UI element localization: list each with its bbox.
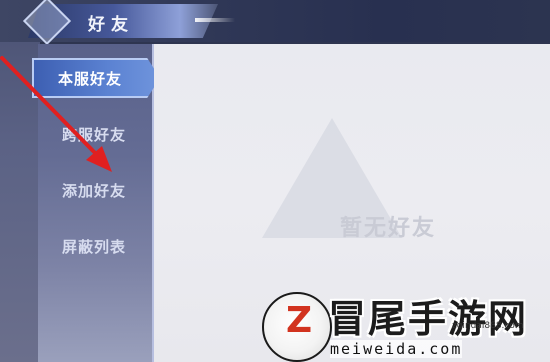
site-domain: meiweida.com bbox=[330, 340, 463, 358]
sidebar: 本服好友 跨服好友 添加好友 屏蔽列表 bbox=[32, 44, 160, 362]
background-left bbox=[0, 0, 40, 362]
site-small-text: zqindai888.com bbox=[452, 321, 524, 331]
window-title: 好友 bbox=[88, 15, 134, 35]
tab-block-list[interactable]: 屏蔽列表 bbox=[38, 226, 152, 266]
tab-add-friend[interactable]: 添加好友 bbox=[38, 170, 152, 210]
site-logo-letter: Z bbox=[286, 300, 313, 341]
tab-cross-server-friends[interactable]: 跨服好友 bbox=[38, 114, 152, 154]
empty-state-message: 暂无好友 bbox=[340, 215, 437, 241]
site-brand-name: 冒尾手游网 bbox=[328, 296, 529, 341]
title-glow bbox=[195, 18, 235, 22]
tab-local-friends[interactable]: 本服好友 bbox=[32, 58, 160, 98]
